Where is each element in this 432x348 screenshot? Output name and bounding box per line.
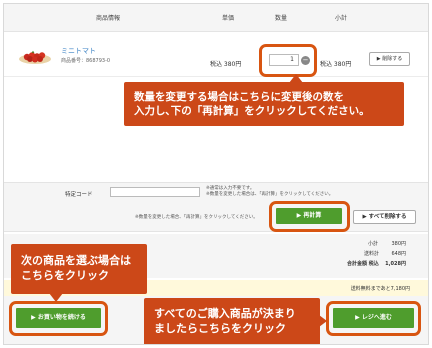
callout-checkout-line1: すべてのご購入商品が決まり (154, 307, 296, 320)
product-code: 商品番号：868793-0 (61, 58, 111, 64)
delete-item-button[interactable]: ▶ 削除する (369, 52, 410, 66)
cart-item-row: ミニトマト 商品番号：868793-0 税込 380円 1 − 税込 380円 … (4, 33, 428, 77)
recalculate-button[interactable]: ▶ 再計算 (276, 208, 342, 224)
callout-continue: 次の商品を選ぶ場合は こちらをクリック (11, 244, 147, 294)
product-name-link[interactable]: ミニトマト (61, 46, 96, 56)
delete-all-button[interactable]: ▶ すべて削除する (353, 210, 416, 224)
callout-quantity-line1: 数量を変更する場合はこちらに変更後の数を (134, 91, 344, 103)
header-quantity: 数量 (275, 15, 288, 22)
callout-continue-line1: 次の商品を選ぶ場合は (21, 254, 131, 267)
quantity-highlight-frame (259, 44, 317, 77)
item-subtotal-value: 税込 380円 (320, 61, 352, 68)
continue-shopping-button[interactable]: ▶ お買い物を続ける (16, 308, 101, 328)
callout-quantity: 数量を変更する場合はこちらに変更後の数を 入力し､下の「再計算」をクリックしてく… (124, 82, 404, 126)
callout-checkout: すべてのご購入商品が決まり ましたらこちらをクリック (144, 298, 320, 344)
totals-shipping-value: 648円 (391, 251, 406, 257)
callout-checkout-pointer (319, 315, 327, 327)
coupon-code-input[interactable] (110, 187, 200, 197)
coupon-note-line2: ※数量を変更した場合は、「再計算」をクリックしてください。 (206, 192, 334, 197)
coupon-note: ※通常は入力不要です。 ※数量を変更した場合は、「再計算」をクリックしてください… (206, 186, 333, 198)
totals-subtotal-label: 小計 (368, 241, 379, 247)
totals-grand-label: 合計金額 税込 (347, 261, 379, 267)
totals-subtotal-value: 380円 (391, 241, 406, 247)
callout-checkout-line2: ましたらこちらをクリック (154, 322, 286, 335)
coupon-section: 特定コード ※通常は入力不要です。 ※数量を変更した場合は、「再計算」をクリック… (4, 182, 428, 232)
cart-table-header: 商品情報 単価 数量 小計 (4, 4, 428, 32)
totals-grand-value: 1,028円 (385, 261, 406, 267)
totals-shipping-label: 送料計 (364, 251, 380, 257)
callout-continue-pointer (49, 293, 63, 302)
header-unit-price: 単価 (222, 15, 235, 22)
checkout-button[interactable]: ▶ レジへ進む (333, 308, 414, 328)
unit-price-value: 税込 380円 (210, 61, 242, 68)
callout-continue-line2: こちらをクリック (21, 269, 109, 282)
coupon-label: 特定コード (65, 192, 93, 198)
header-subtotal: 小計 (335, 15, 348, 22)
tomato-product-image[interactable] (18, 49, 52, 65)
header-product: 商品情報 (96, 15, 121, 22)
recalc-note: ※数量を変更した場合、「再計算」をクリックしてください。 (135, 215, 258, 220)
cart-panel: 商品情報 単価 数量 小計 ミニトマト 商品番号：868793-0 税込 380… (3, 3, 429, 345)
callout-quantity-line2: 入力し､下の「再計算」をクリックしてください。 (134, 105, 370, 117)
shipping-free-note: 送料無料まであと7,180円 (350, 286, 410, 292)
